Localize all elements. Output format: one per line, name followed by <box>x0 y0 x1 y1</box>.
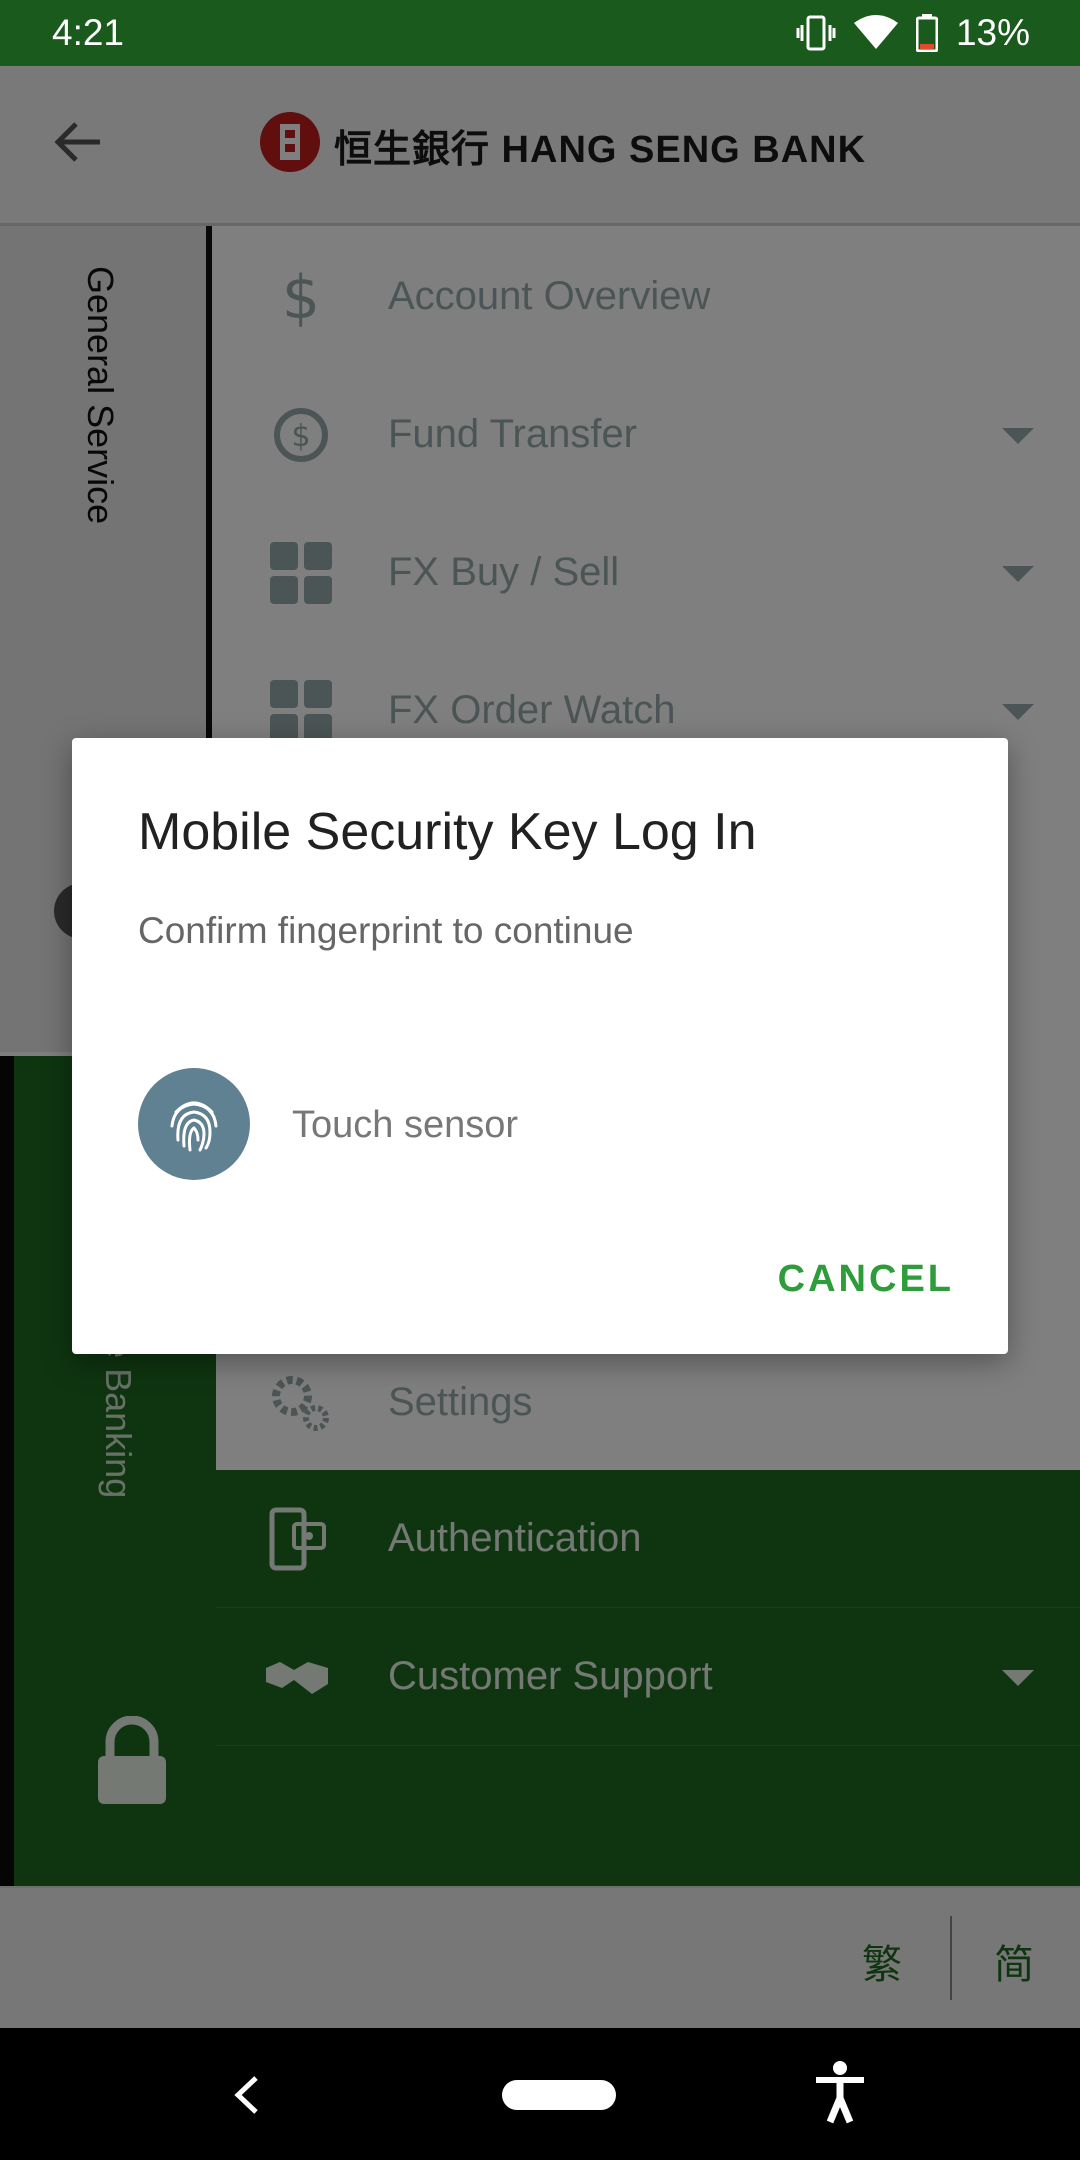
status-bar: 4:21 13% <box>0 0 1080 66</box>
fingerprint-badge <box>138 1068 250 1180</box>
battery-percent: 13% <box>955 12 1030 53</box>
status-icons: 13% <box>796 10 1030 56</box>
dialog-subtitle: Confirm fingerprint to continue <box>138 910 634 951</box>
nav-back-icon[interactable] <box>224 2070 274 2120</box>
system-nav-bar <box>0 2028 1080 2160</box>
wifi-icon <box>853 15 898 49</box>
cancel-button[interactable]: CANCEL <box>778 1258 954 1301</box>
fingerprint-dialog: Mobile Security Key Log In Confirm finge… <box>72 738 1008 1354</box>
fingerprint-icon <box>170 1101 218 1152</box>
touch-sensor-label: Touch sensor <box>292 1104 519 1146</box>
accessibility-icon[interactable] <box>812 2060 868 2124</box>
battery-icon <box>915 14 938 52</box>
vibrate-icon <box>796 15 836 51</box>
dialog-title: Mobile Security Key Log In <box>138 803 757 861</box>
status-time: 4:21 <box>52 12 125 53</box>
nav-home-pill[interactable] <box>502 2080 616 2110</box>
